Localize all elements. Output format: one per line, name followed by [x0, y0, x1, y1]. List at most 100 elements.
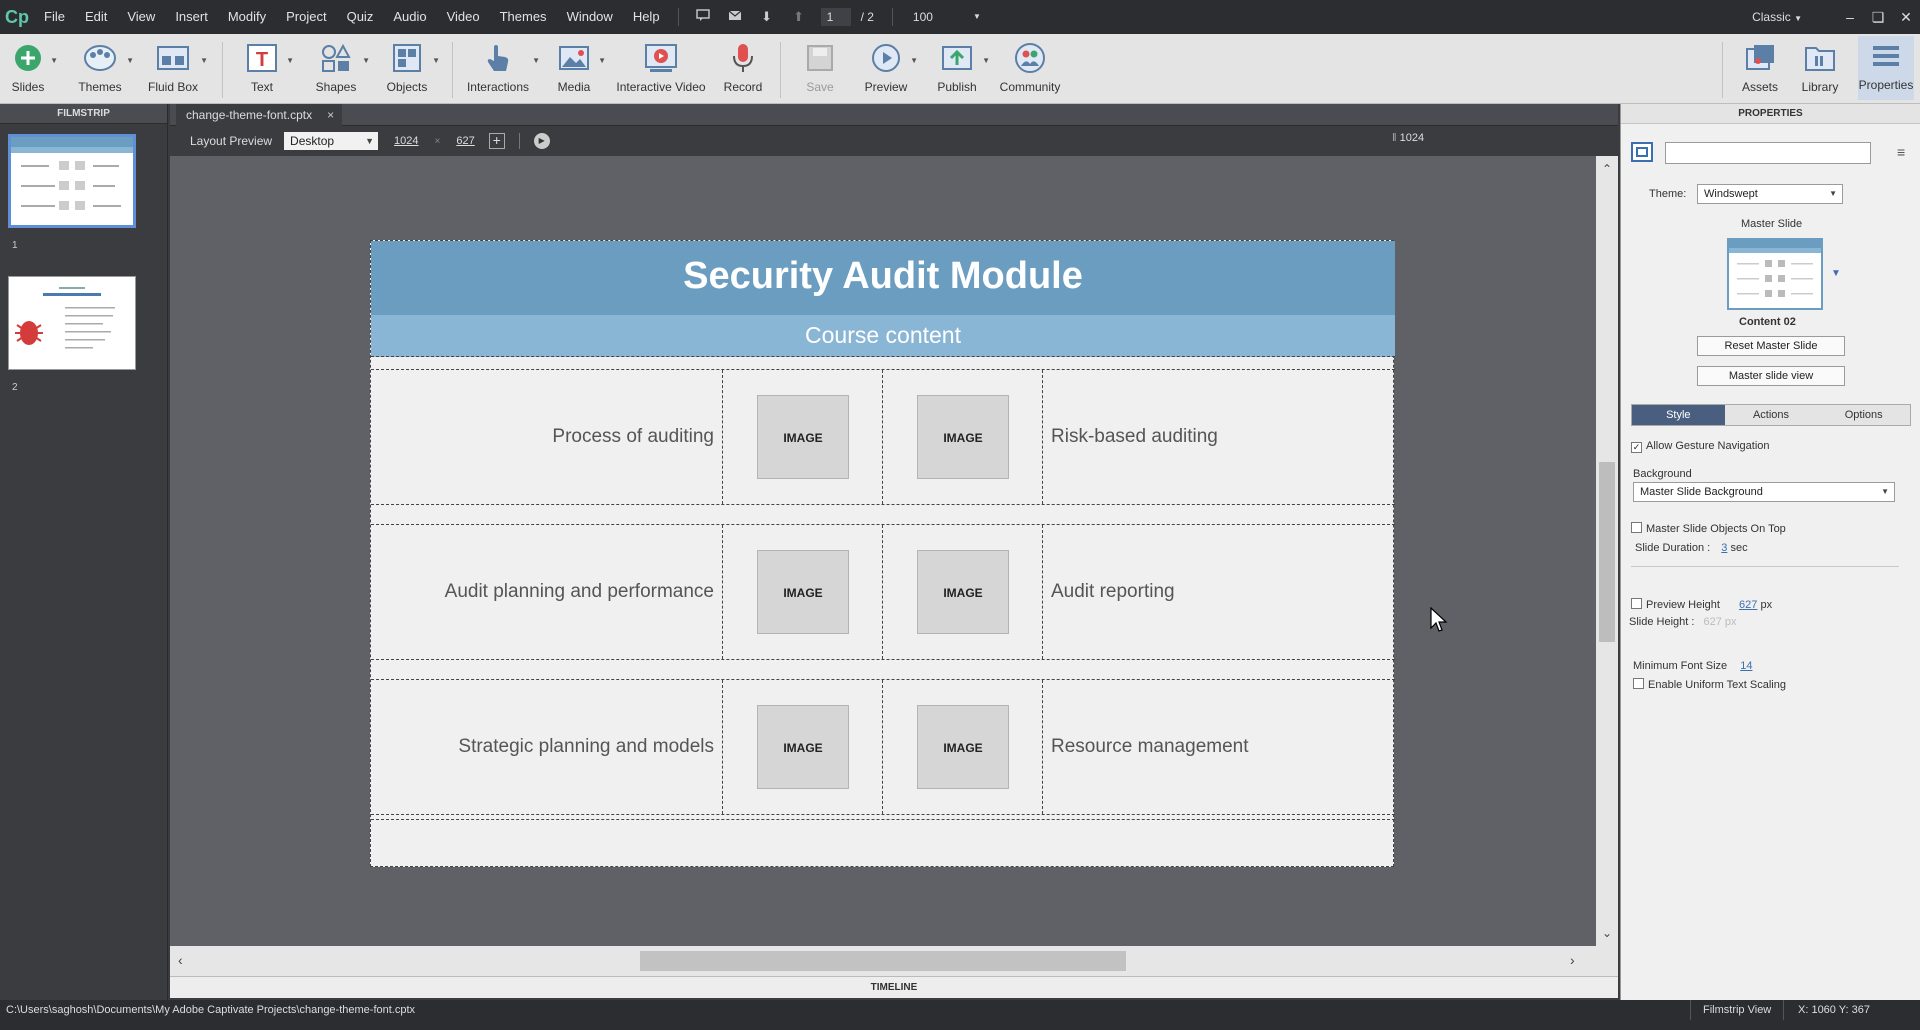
slide-title[interactable]: Security Audit Module — [371, 241, 1395, 315]
preview-button[interactable]: ▼ Preview — [864, 38, 918, 94]
allow-gesture-row[interactable]: ✓ Allow Gesture Navigation — [1631, 440, 1770, 453]
arrow-up-icon[interactable]: ⬆ — [789, 9, 809, 25]
slide-duration-value[interactable]: 3 — [1721, 542, 1727, 554]
menu-help[interactable]: Help — [623, 0, 670, 34]
image-cell[interactable]: IMAGE — [723, 680, 883, 814]
minimize-icon[interactable]: – — [1836, 9, 1864, 25]
text-button[interactable]: T ▼ Text — [240, 38, 294, 94]
topic-cell[interactable]: Strategic planning and models — [371, 680, 723, 814]
horizontal-scrollbar[interactable]: ‹ › — [170, 946, 1618, 976]
menu-view[interactable]: View — [117, 0, 165, 34]
chevron-left-icon[interactable]: ‹ — [178, 952, 183, 968]
chevron-up-icon[interactable]: ⌃ — [1596, 162, 1618, 176]
image-cell[interactable]: IMAGE — [883, 525, 1043, 659]
image-placeholder[interactable]: IMAGE — [917, 705, 1009, 789]
record-button[interactable]: Record — [722, 38, 764, 94]
objects-button[interactable]: ▼ Objects — [384, 38, 440, 94]
preview-height-value[interactable]: 627 — [1739, 599, 1757, 611]
community-button[interactable]: Community — [1000, 38, 1060, 94]
slides-button[interactable]: ▼ Slides — [8, 38, 58, 94]
library-button[interactable]: Library — [1798, 38, 1842, 94]
preview-height-row[interactable]: Preview Height 627 px — [1631, 598, 1772, 611]
checkbox[interactable] — [1633, 678, 1644, 689]
image-cell[interactable]: IMAGE — [883, 680, 1043, 814]
comment-icon[interactable] — [693, 9, 713, 25]
master-slide-thumbnail[interactable] — [1727, 238, 1823, 310]
image-placeholder[interactable]: IMAGE — [757, 550, 849, 634]
close-icon[interactable]: ✕ — [1892, 9, 1920, 26]
scroll-thumb[interactable] — [1599, 462, 1615, 642]
mail-icon[interactable] — [725, 9, 745, 25]
menu-quiz[interactable]: Quiz — [337, 0, 384, 34]
preview-height[interactable]: 627 — [456, 135, 474, 147]
checkbox[interactable] — [1631, 598, 1642, 609]
fluid-box-button[interactable]: ▼ Fluid Box — [148, 38, 208, 94]
device-dropdown[interactable]: Desktop ▼ — [284, 132, 379, 150]
shapes-button[interactable]: ▼ Shapes — [312, 38, 370, 94]
menu-modify[interactable]: Modify — [218, 0, 276, 34]
master-slide-view-button[interactable]: Master slide view — [1697, 366, 1845, 386]
vertical-scrollbar[interactable]: ⌃ ⌄ — [1596, 156, 1618, 946]
topic-cell[interactable]: Resource management — [1043, 680, 1395, 814]
document-tab[interactable]: change-theme-font.cptx × — [176, 104, 343, 126]
chevron-down-icon[interactable]: ⌄ — [1596, 926, 1618, 940]
publish-button[interactable]: ▼ Publish — [934, 38, 990, 94]
media-button[interactable]: ▼ Media — [552, 38, 606, 94]
zoom-dropdown[interactable]: 100 ▼ — [901, 8, 981, 26]
menu-window[interactable]: Window — [557, 0, 623, 34]
panel-menu-icon[interactable]: ≡ — [1897, 144, 1905, 160]
menu-video[interactable]: Video — [437, 0, 490, 34]
close-icon[interactable]: × — [327, 104, 334, 126]
image-placeholder[interactable]: IMAGE — [757, 705, 849, 789]
chevron-right-icon[interactable]: › — [1570, 952, 1575, 968]
slide-name-field[interactable] — [1665, 142, 1871, 164]
preview-width[interactable]: 1024 — [394, 135, 418, 147]
menu-insert[interactable]: Insert — [165, 0, 218, 34]
interactions-button[interactable]: ▼ Interactions — [466, 38, 540, 94]
image-placeholder[interactable]: IMAGE — [917, 550, 1009, 634]
filmstrip-thumb-1[interactable] — [8, 134, 136, 228]
slide-subtitle[interactable]: Course content — [371, 315, 1395, 357]
current-page-field[interactable]: 1 — [820, 8, 851, 26]
chevron-down-icon[interactable]: ▼ — [1831, 268, 1841, 279]
menu-project[interactable]: Project — [276, 0, 336, 34]
ruler-marker[interactable]: ‖ 1024 — [1392, 132, 1424, 144]
image-placeholder[interactable]: IMAGE — [917, 395, 1009, 479]
image-cell[interactable]: IMAGE — [723, 525, 883, 659]
restore-icon[interactable]: ❏ — [1864, 9, 1892, 26]
master-objects-on-top-row[interactable]: Master Slide Objects On Top — [1631, 522, 1786, 535]
save-button[interactable]: Save — [800, 38, 840, 94]
assets-button[interactable]: Assets — [1738, 38, 1782, 94]
tab-actions[interactable]: Actions — [1724, 405, 1818, 425]
timeline-panel[interactable]: TIMELINE — [170, 976, 1618, 998]
scroll-thumb[interactable] — [640, 951, 1126, 971]
image-placeholder[interactable]: IMAGE — [757, 395, 849, 479]
theme-dropdown[interactable]: Windswept ▼ — [1697, 184, 1843, 204]
workspace-switcher[interactable]: Classic ▼ — [1752, 10, 1802, 24]
menu-audio[interactable]: Audio — [383, 0, 436, 34]
slide-footer[interactable] — [371, 819, 1395, 867]
uniform-scaling-row[interactable]: Enable Uniform Text Scaling — [1633, 678, 1786, 691]
image-cell[interactable]: IMAGE — [883, 370, 1043, 504]
background-dropdown[interactable]: Master Slide Background ▼ — [1633, 482, 1895, 502]
topic-cell[interactable]: Audit reporting — [1043, 525, 1395, 659]
topic-cell[interactable]: Risk-based auditing — [1043, 370, 1395, 504]
filmstrip-thumb-2[interactable] — [8, 276, 136, 370]
menu-file[interactable]: File — [34, 0, 75, 34]
properties-button[interactable]: Properties — [1858, 36, 1914, 100]
play-icon[interactable]: ▶ — [533, 133, 550, 149]
reset-master-slide-button[interactable]: Reset Master Slide — [1697, 336, 1845, 356]
slide-canvas[interactable]: Security Audit Module Course content Pro… — [370, 240, 1395, 867]
menu-edit[interactable]: Edit — [75, 0, 117, 34]
tab-options[interactable]: Options — [1817, 405, 1911, 425]
min-font-value[interactable]: 14 — [1740, 660, 1752, 672]
view-mode[interactable]: Filmstrip View — [1690, 1000, 1785, 1020]
checkbox-checked[interactable]: ✓ — [1631, 442, 1642, 453]
interactive-video-button[interactable]: Interactive Video — [616, 38, 706, 94]
add-breakpoint-icon[interactable]: + — [488, 133, 505, 149]
checkbox[interactable] — [1631, 522, 1642, 533]
themes-button[interactable]: ▼ Themes — [76, 38, 134, 94]
arrow-down-icon[interactable]: ⬇ — [757, 9, 777, 25]
topic-cell[interactable]: Audit planning and performance — [371, 525, 723, 659]
topic-cell[interactable]: Process of auditing — [371, 370, 723, 504]
